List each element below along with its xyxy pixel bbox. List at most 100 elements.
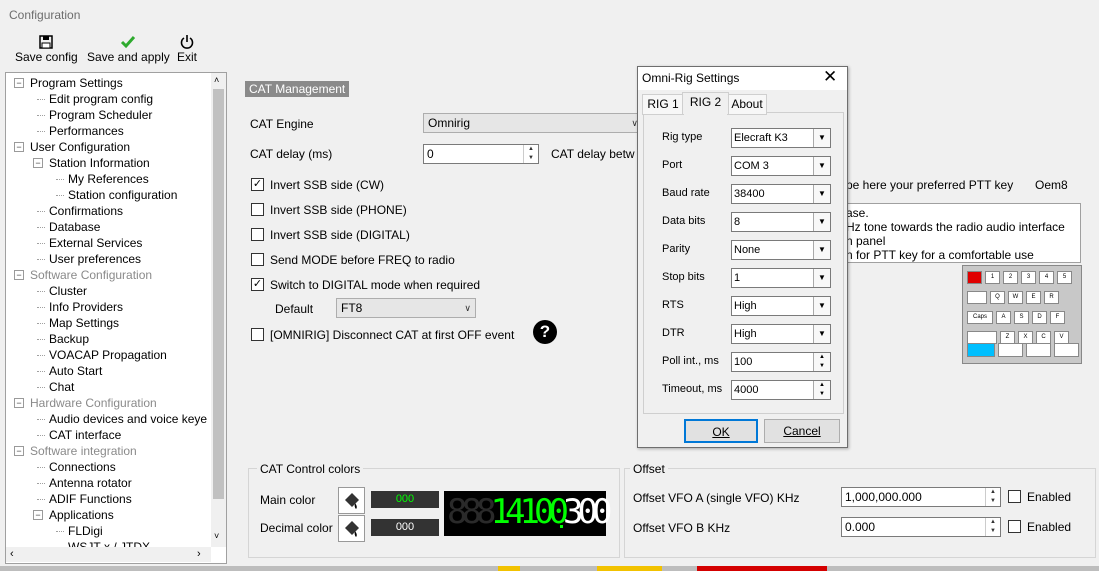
ptt-info-line1: ase.: [846, 206, 869, 220]
dropdown-arrow-icon[interactable]: ▼: [813, 269, 830, 287]
tab-rig-2[interactable]: RIG 2: [682, 92, 729, 114]
default-mode-select[interactable]: FT8 ∨: [336, 298, 476, 318]
dropdown-arrow-icon[interactable]: ▼: [813, 325, 830, 343]
tree-item[interactable]: ADIF Functions: [49, 491, 132, 507]
tree-item[interactable]: Edit program config: [49, 91, 153, 107]
omnirig-spin-input[interactable]: 100 ▲ ▼: [731, 352, 831, 372]
tree-horizontal-scrollbar[interactable]: ‹ ›: [6, 547, 211, 562]
omnirig-spin-input[interactable]: 4000 ▲ ▼: [731, 380, 831, 400]
tree-item[interactable]: Info Providers: [49, 299, 123, 315]
tree-collapse-icon[interactable]: −: [33, 510, 43, 520]
tab-about[interactable]: About: [727, 94, 767, 115]
tree-item[interactable]: FLDigi: [68, 523, 103, 539]
tree-scroll-thumb[interactable]: [213, 89, 224, 499]
spin-arrows-icon[interactable]: ▲ ▼: [985, 488, 1000, 506]
dropdown-arrow-icon[interactable]: ▼: [813, 129, 830, 147]
close-icon[interactable]: ✕: [823, 67, 837, 87]
cat-delay-input[interactable]: 0 ▲ ▼: [423, 144, 539, 164]
tree-item[interactable]: Software integration: [30, 443, 137, 459]
switch-digital-label: Switch to DIGITAL mode when required: [270, 278, 481, 292]
dropdown-arrow-icon[interactable]: ▼: [813, 297, 830, 315]
tree-item[interactable]: Backup: [49, 331, 89, 347]
cancel-button[interactable]: Cancel: [764, 419, 840, 443]
cat-delay-label: CAT delay (ms): [250, 147, 333, 161]
tree-item[interactable]: Chat: [49, 379, 74, 395]
scroll-up-icon[interactable]: ˄: [214, 75, 219, 85]
omnirig-disconnect-checkbox[interactable]: [251, 328, 264, 341]
spin-arrows-icon[interactable]: ▲ ▼: [985, 518, 1000, 536]
tree-item[interactable]: User preferences: [49, 251, 141, 267]
tree-item[interactable]: Database: [49, 219, 100, 235]
tree-item[interactable]: Antenna rotator: [49, 475, 132, 491]
tree-item[interactable]: Station configuration: [68, 187, 177, 203]
offset-vfo-a-input[interactable]: 1,000,000.000 ▲ ▼: [841, 487, 1001, 507]
tree-item[interactable]: VOACAP Propagation: [49, 347, 167, 363]
omnirig-select[interactable]: None ▼: [731, 240, 831, 260]
dropdown-arrow-icon[interactable]: ▼: [813, 157, 830, 175]
scroll-left-icon[interactable]: ‹: [10, 548, 14, 560]
dropdown-arrow-icon[interactable]: ▼: [813, 213, 830, 231]
spin-arrows-icon[interactable]: ▲ ▼: [813, 381, 830, 399]
omnirig-select[interactable]: High ▼: [731, 296, 831, 316]
tree-collapse-icon[interactable]: −: [14, 78, 24, 88]
tree-item[interactable]: Applications: [49, 507, 114, 523]
tree-collapse-icon[interactable]: −: [14, 398, 24, 408]
omnirig-select[interactable]: Elecraft K3 ▼: [731, 128, 831, 148]
tree-collapse-icon[interactable]: −: [33, 158, 43, 168]
tab-rig-1[interactable]: RIG 1: [642, 94, 684, 115]
tree-connector: [37, 211, 45, 212]
tree-item[interactable]: Auto Start: [49, 363, 102, 379]
save-apply-button[interactable]: Save and apply: [87, 34, 170, 64]
omnirig-select[interactable]: 38400 ▼: [731, 184, 831, 204]
tree-item[interactable]: CAT interface: [49, 427, 121, 443]
scroll-right-icon[interactable]: ›: [197, 548, 201, 560]
cat-engine-select[interactable]: Omnirig ∨: [423, 113, 643, 133]
help-icon[interactable]: ?: [533, 320, 557, 344]
tree-item[interactable]: My References: [68, 171, 149, 187]
offset-vfo-a-enabled-label: Enabled: [1027, 490, 1072, 504]
ok-button[interactable]: OK: [684, 419, 758, 443]
lcd-digit: 0: [577, 492, 598, 532]
dropdown-arrow-icon[interactable]: ▼: [813, 241, 830, 259]
switch-digital-checkbox[interactable]: ✓: [251, 278, 264, 291]
omnirig-select[interactable]: 8 ▼: [731, 212, 831, 232]
tree-item[interactable]: Connections: [49, 459, 116, 475]
tree-collapse-icon[interactable]: −: [14, 446, 24, 456]
offset-vfo-b-enabled-checkbox[interactable]: [1008, 520, 1021, 533]
tree-item[interactable]: Map Settings: [49, 315, 119, 331]
invert-digital-checkbox[interactable]: [251, 228, 264, 241]
scroll-down-icon[interactable]: ˅: [214, 531, 219, 541]
settings-tree[interactable]: Program Settings − Edit program config Prog…: [5, 72, 227, 564]
tree-item[interactable]: Software Configuration: [30, 267, 152, 283]
spin-arrows-icon[interactable]: ▲ ▼: [523, 145, 538, 163]
omnirig-select[interactable]: COM 3 ▼: [731, 156, 831, 176]
decimal-color-picker-icon[interactable]: [338, 515, 365, 542]
dropdown-arrow-icon[interactable]: ▼: [813, 185, 830, 203]
tree-item[interactable]: External Services: [49, 235, 142, 251]
omnirig-row-label: Poll int., ms: [662, 355, 719, 367]
tree-item[interactable]: Hardware Configuration: [30, 395, 157, 411]
spin-arrows-icon[interactable]: ▲ ▼: [813, 353, 830, 371]
offset-vfo-b-input[interactable]: 0.000 ▲ ▼: [841, 517, 1001, 537]
tree-item[interactable]: Program Scheduler: [49, 107, 152, 123]
tree-item[interactable]: User Configuration: [30, 139, 130, 155]
save-config-button[interactable]: Save config: [15, 34, 78, 64]
invert-phone-checkbox[interactable]: [251, 203, 264, 216]
tree-vertical-scrollbar[interactable]: ˄ ˅: [211, 73, 226, 547]
send-mode-checkbox[interactable]: [251, 253, 264, 266]
tree-item[interactable]: Station Information: [49, 155, 150, 171]
omnirig-select[interactable]: 1 ▼: [731, 268, 831, 288]
tree-item[interactable]: Audio devices and voice keye: [49, 411, 207, 427]
tree-item[interactable]: Program Settings: [30, 75, 123, 91]
tree-collapse-icon[interactable]: −: [14, 270, 24, 280]
tree-collapse-icon[interactable]: −: [14, 142, 24, 152]
offset-vfo-a-enabled-checkbox[interactable]: [1008, 490, 1021, 503]
main-color-picker-icon[interactable]: [338, 487, 365, 514]
omnirig-select[interactable]: High ▼: [731, 324, 831, 344]
tree-item[interactable]: Performances: [49, 123, 124, 139]
exit-button[interactable]: Exit: [177, 34, 197, 64]
invert-cw-checkbox[interactable]: ✓: [251, 178, 264, 191]
tree-item[interactable]: Cluster: [49, 283, 87, 299]
omnirig-row-value: High: [734, 300, 757, 312]
tree-item[interactable]: Confirmations: [49, 203, 123, 219]
